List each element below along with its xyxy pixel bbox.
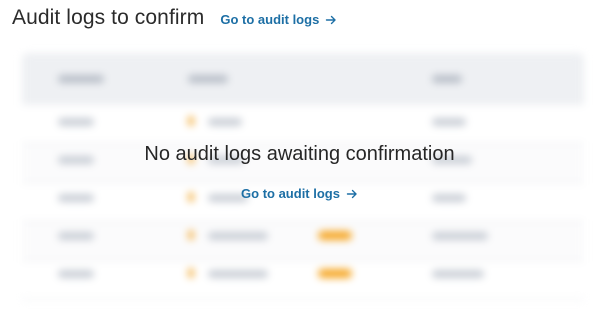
placeholder-bar <box>58 75 104 83</box>
audit-logs-widget: Audit logs to confirm Go to audit logs N… <box>0 0 599 326</box>
placeholder-bar <box>188 75 228 83</box>
placeholder-bar <box>432 118 466 126</box>
placeholder-bar <box>208 270 268 278</box>
placeholder-bar <box>58 118 94 126</box>
placeholder-bar <box>432 270 484 278</box>
arrow-right-icon <box>346 189 357 198</box>
empty-state-link-row: Go to audit logs <box>0 186 599 201</box>
placeholder-tag <box>318 231 352 240</box>
placeholder-status-dot <box>188 230 194 240</box>
placeholder-status-dot <box>188 268 194 278</box>
placeholder-row <box>22 222 584 261</box>
empty-state-go-to-audit-logs-link[interactable]: Go to audit logs <box>241 186 358 201</box>
widget-title: Audit logs to confirm <box>12 6 205 29</box>
placeholder-tag <box>318 269 352 278</box>
placeholder-bar <box>432 75 462 83</box>
placeholder-bar <box>58 232 94 240</box>
placeholder-row <box>22 105 584 144</box>
empty-state-link-label: Go to audit logs <box>241 186 340 201</box>
placeholder-bar <box>208 118 242 126</box>
empty-state-message: No audit logs awaiting confirmation <box>144 143 455 165</box>
widget-header: Audit logs to confirm Go to audit logs <box>12 6 337 30</box>
blurred-placeholder-table <box>22 53 584 300</box>
go-to-audit-logs-link[interactable]: Go to audit logs <box>220 12 337 27</box>
placeholder-bar <box>208 232 268 240</box>
go-to-audit-logs-link-label: Go to audit logs <box>220 12 320 27</box>
arrow-right-icon <box>326 15 336 24</box>
placeholder-bar <box>58 270 94 278</box>
placeholder-header-row <box>22 53 584 105</box>
placeholder-row <box>22 261 584 300</box>
placeholder-bar <box>432 232 488 240</box>
placeholder-status-dot <box>188 116 194 126</box>
